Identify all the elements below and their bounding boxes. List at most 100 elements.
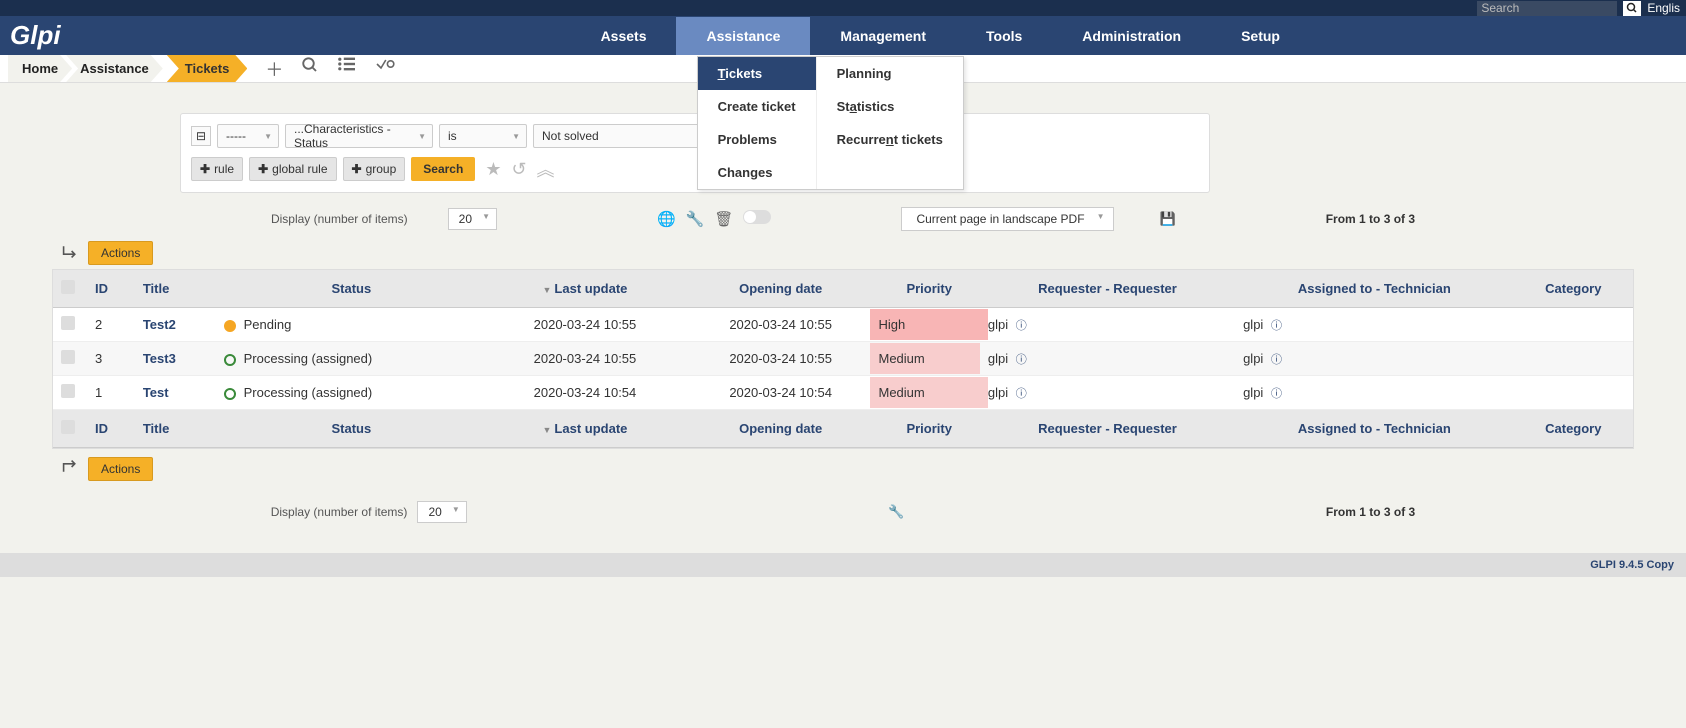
- remove-criterion-button[interactable]: ⊟: [191, 126, 211, 146]
- col-title-foot[interactable]: Title: [135, 410, 216, 448]
- global-search-button[interactable]: [1623, 1, 1641, 16]
- cell-requester: glpi ⓘ: [980, 376, 1235, 410]
- info-icon[interactable]: ⓘ: [1271, 320, 1282, 332]
- dropdown-tickets[interactable]: Tickets: [698, 57, 816, 90]
- dropdown-recurrent-tickets[interactable]: Recurrent tickets: [817, 123, 963, 156]
- settings-wrench-icon[interactable]: 🔧: [888, 504, 904, 520]
- search-icon: [1626, 2, 1638, 14]
- col-status-foot[interactable]: Status: [216, 410, 488, 448]
- per-page-select[interactable]: 20: [448, 208, 497, 230]
- info-icon[interactable]: ⓘ: [1016, 388, 1027, 400]
- criterion-condition-select[interactable]: is: [439, 124, 527, 148]
- trash-icon[interactable]: 🗑: [714, 210, 733, 228]
- dropdown-problems[interactable]: Problems: [698, 123, 816, 156]
- language-link[interactable]: Englis: [1647, 1, 1680, 15]
- col-priority[interactable]: Priority: [878, 270, 979, 308]
- export-format-select[interactable]: Current page in landscape PDF: [901, 207, 1113, 231]
- nav-assistance[interactable]: Assistance: [676, 17, 810, 55]
- per-page-select-bottom[interactable]: 20: [417, 501, 466, 523]
- col-opening-date[interactable]: Opening date: [683, 270, 879, 308]
- add-group-button[interactable]: ✚group: [343, 157, 406, 181]
- col-requester-foot[interactable]: Requester - Requester: [980, 410, 1235, 448]
- pager-range-text: From 1 to 3 of 3: [1326, 212, 1415, 226]
- col-assigned[interactable]: Assigned to - Technician: [1235, 270, 1514, 308]
- col-opening-foot[interactable]: Opening date: [683, 410, 879, 448]
- col-id[interactable]: ID: [87, 270, 135, 308]
- actions-button-top[interactable]: Actions: [88, 241, 153, 265]
- col-last-update-foot[interactable]: ▼Last update: [487, 410, 683, 448]
- search-tool-icon[interactable]: [301, 56, 319, 82]
- wrench-icon[interactable]: 🔧: [686, 210, 705, 228]
- col-requester[interactable]: Requester - Requester: [980, 270, 1235, 308]
- global-search-input[interactable]: [1477, 1, 1617, 16]
- assistance-dropdown: Tickets Create ticket Problems Changes P…: [697, 56, 964, 190]
- breadcrumb-tickets[interactable]: Tickets: [167, 55, 248, 82]
- cell-status: Processing (assigned): [216, 376, 488, 410]
- info-icon[interactable]: ⓘ: [1016, 320, 1027, 332]
- nav-management[interactable]: Management: [810, 17, 956, 55]
- cell-status: Processing (assigned): [216, 342, 488, 376]
- ticket-title-link[interactable]: Test2: [143, 317, 176, 332]
- info-icon[interactable]: ⓘ: [1271, 354, 1282, 366]
- nav-tools[interactable]: Tools: [956, 17, 1052, 55]
- add-global-rule-button[interactable]: ✚global rule: [249, 157, 336, 181]
- table-row: 3Test3Processing (assigned)2020-03-24 10…: [53, 342, 1633, 376]
- dropdown-statistics[interactable]: Statistics: [817, 90, 963, 123]
- collapse-up-icon[interactable]: ︽: [537, 156, 555, 182]
- breadcrumb-home[interactable]: Home: [8, 55, 72, 82]
- bookmark-star-icon[interactable]: ★: [485, 159, 501, 180]
- dropdown-create-ticket[interactable]: Create ticket: [698, 90, 816, 123]
- footer-version[interactable]: GLPI 9.4.5 Copy: [1590, 559, 1674, 571]
- top-utility-bar: Englis: [0, 0, 1686, 16]
- cell-category: [1514, 376, 1633, 410]
- cell-priority: Medium: [870, 343, 987, 374]
- info-icon[interactable]: ⓘ: [1271, 388, 1282, 400]
- col-priority-foot[interactable]: Priority: [878, 410, 979, 448]
- cell-last-update: 2020-03-24 10:55: [487, 342, 683, 376]
- main-nav-bar: Glpi Assets Assistance Management Tools …: [0, 16, 1686, 55]
- select-arrow-up-icon[interactable]: [60, 459, 80, 480]
- globe-icon[interactable]: 🌐: [657, 210, 676, 228]
- app-logo[interactable]: Glpi: [10, 20, 61, 51]
- select-all-checkbox[interactable]: [61, 280, 75, 294]
- dropdown-planning[interactable]: Planning: [817, 57, 963, 90]
- row-checkbox[interactable]: [61, 350, 75, 364]
- add-icon[interactable]: ＋: [265, 56, 283, 82]
- col-last-update[interactable]: ▼Last update: [487, 270, 683, 308]
- select-arrow-icon[interactable]: [60, 243, 80, 264]
- toggle-switch[interactable]: [743, 210, 771, 224]
- select-all-checkbox-bottom[interactable]: [61, 420, 75, 434]
- dropdown-changes[interactable]: Changes: [698, 156, 816, 189]
- cell-requester: glpi ⓘ: [980, 342, 1235, 376]
- criterion-value-select[interactable]: Not solved: [533, 124, 723, 148]
- list-icon[interactable]: [337, 56, 357, 82]
- info-icon[interactable]: ⓘ: [1016, 354, 1027, 366]
- row-checkbox[interactable]: [61, 384, 75, 398]
- criterion-operator-select[interactable]: -----: [217, 124, 279, 148]
- search-button[interactable]: Search: [411, 157, 475, 181]
- pager-range-text-bottom: From 1 to 3 of 3: [1326, 505, 1415, 519]
- add-rule-button[interactable]: ✚rule: [191, 157, 243, 181]
- col-assigned-foot[interactable]: Assigned to - Technician: [1235, 410, 1514, 448]
- search-criteria-box: ⊟ ----- ...Characteristics - Status is N…: [180, 113, 1210, 193]
- criterion-field-select[interactable]: ...Characteristics - Status: [285, 124, 433, 148]
- display-count-label-bottom: Display (number of items): [271, 505, 408, 519]
- col-category[interactable]: Category: [1514, 270, 1633, 308]
- nav-assets[interactable]: Assets: [571, 17, 677, 55]
- col-category-foot[interactable]: Category: [1514, 410, 1633, 448]
- ticket-title-link[interactable]: Test3: [143, 351, 176, 366]
- nav-administration[interactable]: Administration: [1052, 17, 1211, 55]
- cell-opening: 2020-03-24 10:55: [683, 342, 879, 376]
- save-export-icon[interactable]: 💾: [1160, 211, 1176, 227]
- nav-setup[interactable]: Setup: [1211, 17, 1310, 55]
- col-id-foot[interactable]: ID: [87, 410, 135, 448]
- row-checkbox[interactable]: [61, 316, 75, 330]
- actions-button-bottom[interactable]: Actions: [88, 457, 153, 481]
- ticket-title-link[interactable]: Test: [143, 385, 169, 400]
- reset-icon[interactable]: ↺: [511, 159, 526, 180]
- col-status[interactable]: Status: [216, 270, 488, 308]
- cell-id: 3: [87, 342, 135, 376]
- col-title[interactable]: Title: [135, 270, 216, 308]
- check-icon[interactable]: [375, 56, 395, 82]
- breadcrumb-assistance[interactable]: Assistance: [66, 55, 163, 82]
